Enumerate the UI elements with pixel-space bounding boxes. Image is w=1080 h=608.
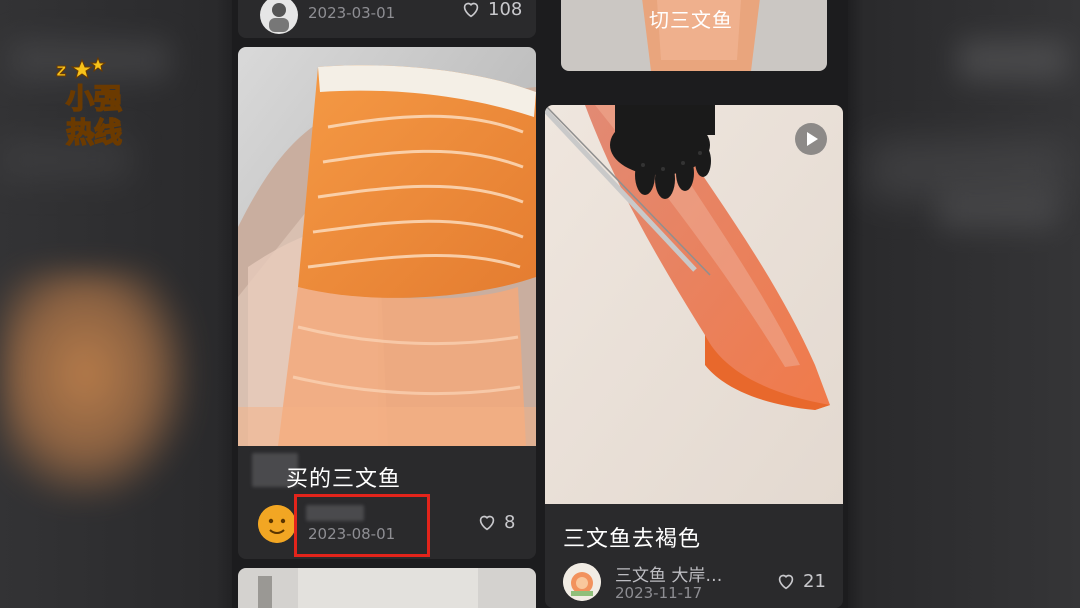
blurred-background-right [848, 0, 1080, 608]
feed-card-left[interactable]: 买的三文鱼 2023-08-01 8 [238, 47, 536, 559]
heart-icon [778, 574, 794, 590]
like-count: 108 [488, 0, 523, 20]
avatar[interactable] [258, 505, 296, 543]
like-count: 8 [504, 511, 516, 533]
like-count: 21 [803, 570, 826, 592]
feed-card-right[interactable]: 三文鱼去褐色 三文鱼 大岸… 2023-11-17 21 [545, 105, 843, 608]
screen: z 小强 热线 2023-03-01 108 切三文鱼 买的三文鱼 2023-0… [0, 0, 1080, 608]
watermark-logo: z 小强 热线 [52, 56, 148, 152]
post-date: 2023-03-01 [308, 4, 396, 22]
post-date: 2023-11-17 [615, 584, 703, 602]
card-title: 买的三文鱼 [286, 467, 402, 492]
card-title: 切三文鱼 [649, 8, 733, 32]
feed-card-bottom-left[interactable] [238, 568, 536, 608]
salmon-photo [238, 47, 536, 446]
salmon-cutting-photo [545, 105, 843, 504]
like-button[interactable]: 8 [476, 511, 515, 533]
date-highlight-annotation [294, 494, 430, 557]
card-image [238, 568, 536, 608]
like-button[interactable]: 21 [775, 570, 826, 592]
heart-icon [479, 515, 495, 531]
card-title: 三文鱼去褐色 [563, 527, 702, 552]
feed-card-top-right[interactable]: 切三文鱼 [561, 0, 827, 71]
like-button[interactable]: 108 [460, 0, 522, 20]
heart-icon [463, 2, 479, 18]
watermark-line2: 热线 [66, 116, 122, 149]
avatar[interactable] [563, 563, 601, 601]
watermark-line1: 小强 [66, 82, 122, 115]
feed-grid[interactable]: 2023-03-01 108 切三文鱼 买的三文鱼 2023-08-01 8 三… [232, 0, 848, 608]
avatar[interactable] [260, 0, 298, 34]
svg-text:z: z [56, 60, 66, 81]
feed-card-top-left[interactable]: 2023-03-01 108 [238, 0, 536, 38]
username[interactable]: 三文鱼 大岸… [615, 561, 722, 586]
play-icon[interactable] [795, 123, 827, 155]
